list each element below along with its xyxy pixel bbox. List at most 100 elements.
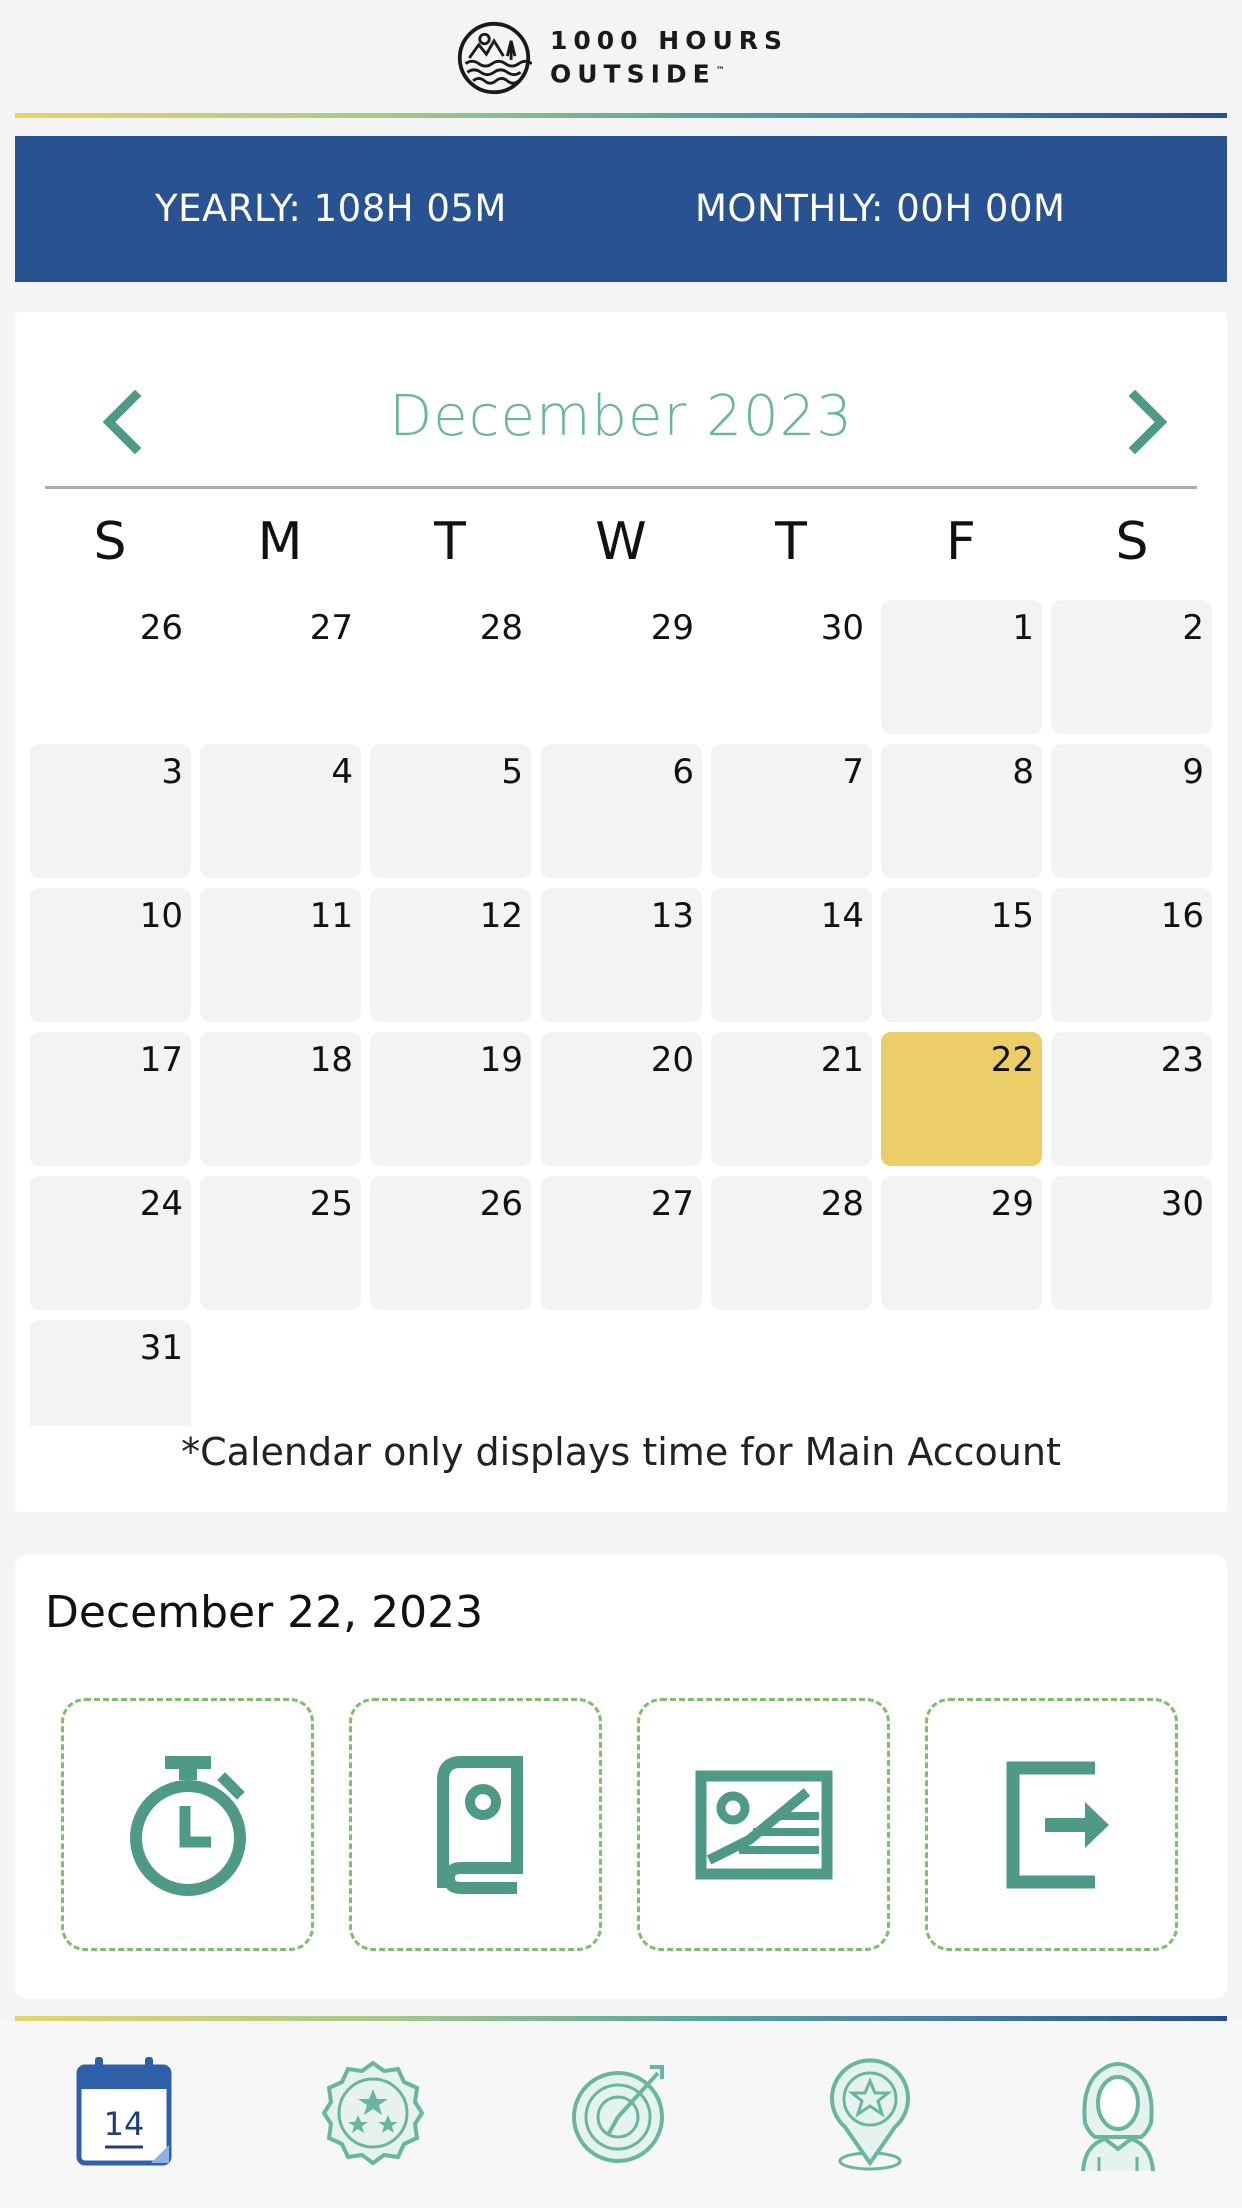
day-number: 29 <box>990 1184 1034 1224</box>
calendar-day[interactable]: 21 <box>711 1032 872 1166</box>
day-number: 25 <box>309 1184 353 1224</box>
day-number: 29 <box>650 608 694 648</box>
calendar-footnote: *Calendar only displays time for Main Ac… <box>181 1430 1061 1474</box>
next-month-button[interactable] <box>1115 389 1175 455</box>
logo-line-2: OUTSIDE <box>550 59 716 89</box>
calendar-day[interactable]: 10 <box>30 888 191 1022</box>
calendar-day[interactable]: 17 <box>30 1032 191 1166</box>
logo-line-1: 1000 HOURS <box>550 26 789 56</box>
journal-button[interactable] <box>349 1698 602 1951</box>
calendar-day[interactable]: 5 <box>370 744 531 878</box>
journal-icon <box>436 1755 523 1894</box>
calendar-day[interactable]: 3 <box>30 744 191 878</box>
day-number: 28 <box>479 608 523 648</box>
calendar-day[interactable]: 4 <box>200 744 361 878</box>
export-icon <box>1006 1761 1109 1888</box>
calendar-day[interactable]: 27 <box>541 1176 702 1310</box>
calendar-day[interactable]: 31 <box>30 1320 191 1426</box>
day-number: 1 <box>1012 608 1034 648</box>
day-number: 20 <box>650 1040 694 1080</box>
tab-calendar[interactable]: 14 <box>69 2053 179 2173</box>
day-number: 3 <box>161 752 183 792</box>
stopwatch-icon <box>129 1755 246 1896</box>
day-number: 23 <box>1160 1040 1204 1080</box>
day-number: 17 <box>139 1040 183 1080</box>
day-number: 21 <box>820 1040 864 1080</box>
day-number: 26 <box>479 1184 523 1224</box>
day-number: 9 <box>1182 752 1204 792</box>
calendar-day[interactable]: 30 <box>1051 1176 1212 1310</box>
calendar-day[interactable]: 29 <box>881 1176 1042 1310</box>
calendar-day-selected[interactable]: 22 <box>881 1032 1042 1166</box>
calendar-day[interactable]: 7 <box>711 744 872 878</box>
calendar-day-outside-month: 29 <box>541 600 702 734</box>
day-number: 28 <box>820 1184 864 1224</box>
calendar-day-outside-month: 30 <box>711 600 872 734</box>
calendar-day[interactable]: 13 <box>541 888 702 1022</box>
calendar-badge-number: 14 <box>104 2105 145 2143</box>
day-number: 16 <box>1160 896 1204 936</box>
calendar-day[interactable]: 14 <box>711 888 872 1022</box>
calendar-divider <box>45 486 1197 489</box>
day-number: 22 <box>990 1040 1034 1080</box>
location-star-icon <box>830 2058 910 2171</box>
day-number: 18 <box>309 1040 353 1080</box>
day-number: 30 <box>820 608 864 648</box>
calendar-day[interactable]: 1 <box>881 600 1042 734</box>
calendar-day[interactable]: 28 <box>711 1176 872 1310</box>
calendar-day[interactable]: 26 <box>370 1176 531 1310</box>
calendar-day[interactable]: 6 <box>541 744 702 878</box>
month-title: December 2023 <box>389 384 853 449</box>
stats-banner: YEARLY: 108H 05M MONTHLY: 00H 00M <box>15 136 1227 282</box>
weekday-header: S M T W T F S <box>30 512 1227 592</box>
monthly-total: MONTHLY: 00H 00M <box>695 187 1066 230</box>
calendar-day[interactable]: 20 <box>541 1032 702 1166</box>
tab-badges[interactable] <box>318 2053 428 2173</box>
day-number: 14 <box>820 896 864 936</box>
tab-profile[interactable] <box>1063 2053 1173 2173</box>
calendar-day[interactable]: 15 <box>881 888 1042 1022</box>
chevron-right-icon <box>1128 389 1168 455</box>
day-number: 8 <box>1012 752 1034 792</box>
weekday-label: T <box>434 512 466 572</box>
calendar-day-outside-month: 27 <box>200 600 361 734</box>
timer-icon <box>572 2065 664 2163</box>
tab-timer[interactable] <box>566 2053 676 2173</box>
calendar-day-outside-month: 26 <box>30 600 191 734</box>
calendar-card: December 2023 S M T W T F S 26 27 28 29 … <box>15 312 1227 1512</box>
calendar-day[interactable]: 8 <box>881 744 1042 878</box>
calendar-day[interactable]: 2 <box>1051 600 1212 734</box>
bottom-tab-bar: 14 <box>0 2021 1242 2208</box>
day-number: 11 <box>309 896 353 936</box>
calendar-day[interactable]: 11 <box>200 888 361 1022</box>
weekday-label: W <box>595 512 647 572</box>
calendar-day[interactable]: 19 <box>370 1032 531 1166</box>
log-time-button[interactable] <box>61 1698 314 1951</box>
day-number: 31 <box>139 1328 183 1368</box>
calendar-day-outside-month: 28 <box>370 600 531 734</box>
day-number: 7 <box>842 752 864 792</box>
day-number: 15 <box>990 896 1034 936</box>
export-button[interactable] <box>925 1698 1178 1951</box>
day-number: 24 <box>139 1184 183 1224</box>
day-number: 2 <box>1182 608 1204 648</box>
calendar-day[interactable]: 16 <box>1051 888 1212 1022</box>
calendar-day[interactable]: 25 <box>200 1176 361 1310</box>
calendar-day[interactable]: 12 <box>370 888 531 1022</box>
weekday-label: T <box>775 512 807 572</box>
day-number: 30 <box>1160 1184 1204 1224</box>
calendar-day[interactable]: 9 <box>1051 744 1212 878</box>
weekday-label: S <box>1115 512 1149 572</box>
calendar-day[interactable]: 24 <box>30 1176 191 1310</box>
weekday-label: F <box>946 512 976 572</box>
day-number: 27 <box>650 1184 694 1224</box>
calendar-day[interactable]: 18 <box>200 1032 361 1166</box>
calendar-icon: 14 <box>76 2057 172 2166</box>
weekday-label: S <box>93 512 127 572</box>
tab-places[interactable] <box>815 2053 925 2173</box>
day-number: 12 <box>479 896 523 936</box>
calendar-day[interactable]: 23 <box>1051 1032 1212 1166</box>
weekday-label: M <box>257 512 303 572</box>
selected-date-title: December 22, 2023 <box>45 1587 484 1638</box>
add-photo-button[interactable] <box>637 1698 890 1951</box>
